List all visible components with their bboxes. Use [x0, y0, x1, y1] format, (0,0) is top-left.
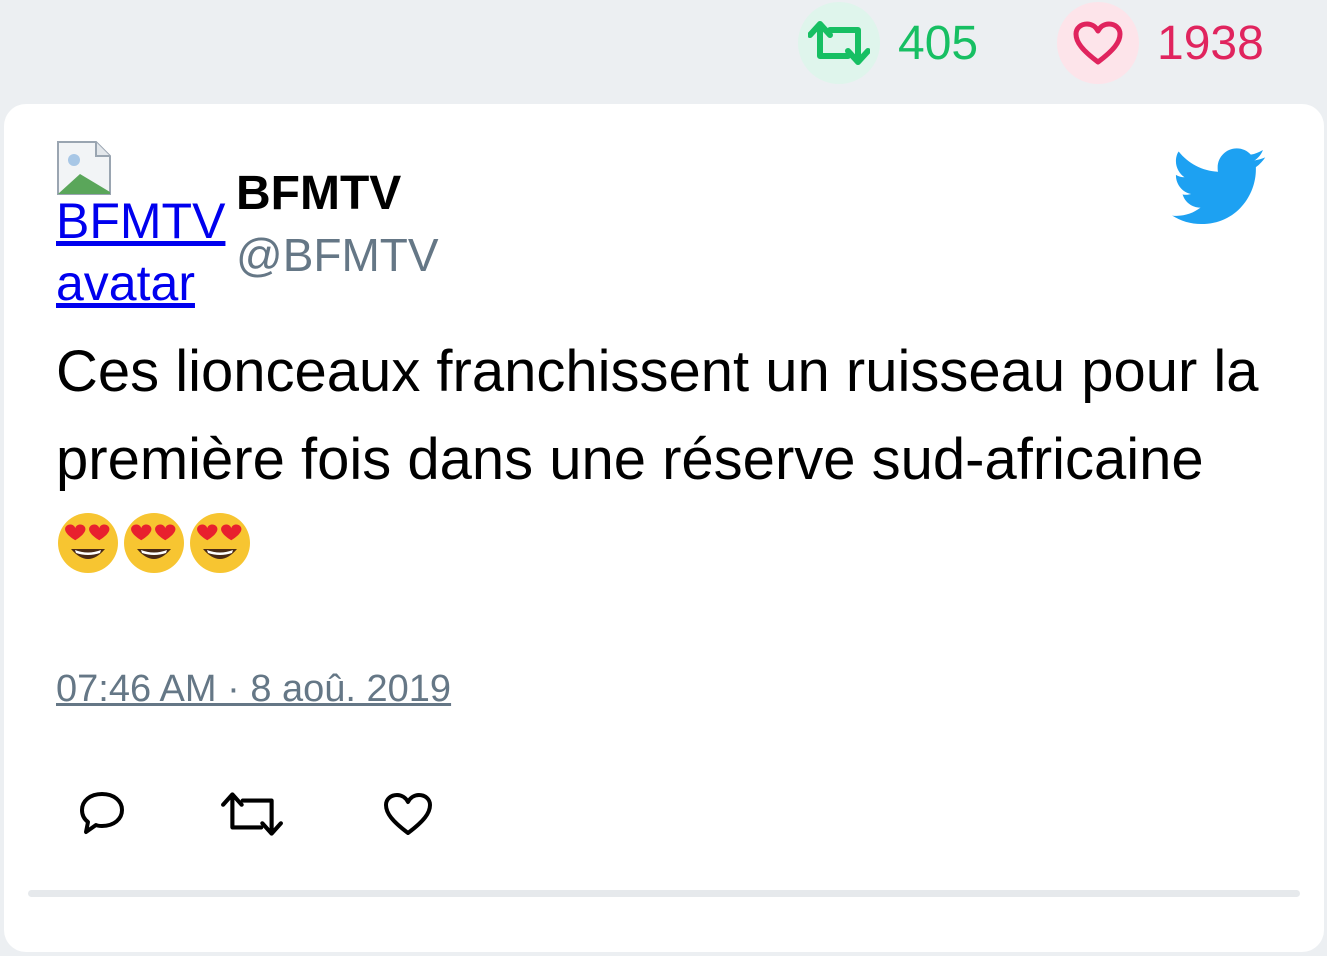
heart-eyes-emoji	[190, 513, 250, 573]
reply-icon[interactable]	[76, 788, 132, 844]
like-icon[interactable]	[382, 788, 438, 844]
author-name[interactable]: BFMTV	[236, 166, 401, 221]
tweet-card: BFMTV avatar BFMTV @BFMTV Ces lionceaux …	[4, 104, 1324, 952]
avatar-alt-text: BFMTV avatar	[56, 193, 226, 311]
card-divider	[28, 890, 1300, 897]
heart-icon[interactable]	[1057, 2, 1139, 84]
retweet-action-icon[interactable]	[220, 788, 283, 844]
retweet-stat[interactable]: 405	[798, 2, 978, 84]
retweet-icon[interactable]	[798, 2, 880, 84]
tweet-body: Ces lionceaux franchissent un ruisseau p…	[56, 339, 1259, 492]
tweet-timestamp-link[interactable]: 07:46 AM · 8 aoû. 2019	[56, 668, 451, 711]
heart-eyes-emoji	[124, 513, 184, 573]
tweet-text: Ces lionceaux franchissent un ruisseau p…	[56, 328, 1276, 592]
author-handle[interactable]: @BFMTV	[236, 228, 439, 282]
avatar-link[interactable]: BFMTV avatar	[56, 140, 246, 314]
heart-eyes-emoji-group	[56, 513, 254, 580]
like-count: 1938	[1157, 16, 1264, 70]
like-stat[interactable]: 1938	[1057, 2, 1264, 84]
heart-eyes-emoji	[58, 513, 118, 573]
engagement-stats: 405 1938	[0, 0, 1327, 100]
broken-image-icon	[57, 141, 111, 195]
twitter-bird-icon[interactable]	[1172, 148, 1268, 231]
retweet-count: 405	[898, 16, 979, 70]
